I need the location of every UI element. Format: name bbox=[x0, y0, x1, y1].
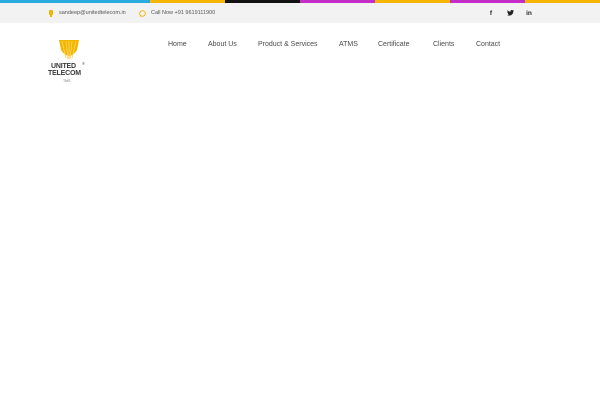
twitter-icon[interactable] bbox=[505, 8, 515, 18]
nav-item-contact[interactable]: Contact bbox=[476, 41, 500, 48]
top-bar: sandeep@unitedtelecom.in Call Now +91 96… bbox=[0, 3, 600, 23]
email-text: sandeep@unitedtelecom.in bbox=[59, 10, 126, 16]
nav-item-product-services[interactable]: Product & Services bbox=[258, 41, 318, 48]
phone-text: Call Now +91 9619111900 bbox=[151, 10, 216, 16]
logo-wordmark: UNITED TELECOM bbox=[48, 63, 92, 77]
nav-item-clients[interactable]: Clients bbox=[433, 41, 454, 48]
email-contact[interactable]: sandeep@unitedtelecom.in bbox=[48, 3, 126, 23]
logo-line-2: TELECOM bbox=[48, 70, 81, 77]
whatsapp-icon bbox=[139, 9, 146, 17]
social-links: f in bbox=[477, 3, 534, 23]
main-nav: Home About Us Product & Services ATMS Ce… bbox=[0, 41, 600, 53]
nav-item-atms[interactable]: ATMS bbox=[339, 41, 358, 48]
linkedin-icon[interactable]: in bbox=[524, 8, 534, 18]
nav-item-about-us[interactable]: About Us bbox=[208, 41, 237, 48]
logo-line-1: UNITED bbox=[51, 63, 76, 70]
logo-tagline: TMS bbox=[63, 79, 71, 83]
facebook-icon[interactable]: f bbox=[486, 8, 496, 18]
email-icon bbox=[48, 9, 54, 17]
nav-item-home[interactable]: Home bbox=[168, 41, 187, 48]
site-header: ® UNITED TELECOM TMS Home About Us Produ… bbox=[0, 23, 600, 91]
phone-contact[interactable]: Call Now +91 9619111900 bbox=[139, 3, 215, 23]
nav-item-certificate[interactable]: Certificate bbox=[378, 41, 410, 48]
